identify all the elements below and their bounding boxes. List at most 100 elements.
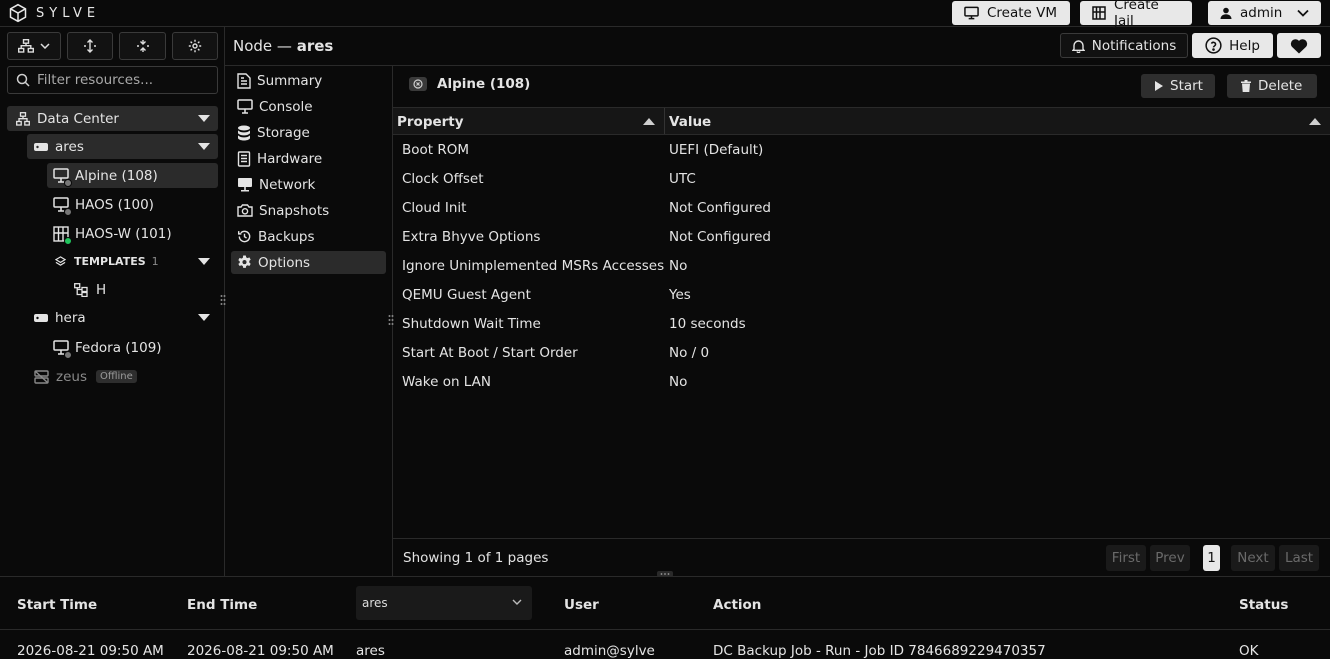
cube-icon xyxy=(8,3,28,23)
table-row[interactable]: Start At Boot / Start Order No / 0 xyxy=(393,339,1330,368)
status-badge: Offline xyxy=(95,370,137,383)
layers-icon xyxy=(55,256,66,267)
sort-asc-icon[interactable] xyxy=(1309,118,1321,125)
tree-item-jail[interactable]: HAOS-W (101) xyxy=(47,221,218,246)
play-icon xyxy=(1155,81,1163,91)
first-page-button[interactable]: First xyxy=(1106,545,1146,571)
tree-item-node-ares[interactable]: ares xyxy=(27,134,218,159)
app-name: SYLVE xyxy=(36,5,101,21)
column-user[interactable]: User xyxy=(564,597,599,613)
create-jail-button[interactable]: Create Jail xyxy=(1080,0,1192,29)
monitor-icon xyxy=(53,167,72,187)
collapse-icon xyxy=(136,39,150,53)
column-value[interactable]: Value xyxy=(669,114,711,130)
hierarchy-icon xyxy=(18,39,34,53)
gear-icon xyxy=(237,255,252,270)
database-icon xyxy=(237,125,251,141)
prev-page-button[interactable]: Prev xyxy=(1150,545,1190,571)
collapse-all-button[interactable] xyxy=(119,32,166,60)
sort-asc-icon[interactable] xyxy=(643,118,655,125)
chevron-down-icon[interactable] xyxy=(198,143,210,150)
server-off-icon xyxy=(34,369,49,384)
chevron-down-icon[interactable] xyxy=(198,258,210,265)
task-log: Start Time End Time ares User Action Sta… xyxy=(0,576,1330,659)
heart-icon xyxy=(1290,38,1308,54)
chevron-down-icon[interactable] xyxy=(198,314,210,321)
resource-sidebar: Data Center ares Alpine (108) HAOS (100)… xyxy=(0,27,226,576)
nav-backups[interactable]: Backups xyxy=(231,225,386,248)
table-row[interactable]: Wake on LAN No xyxy=(393,368,1330,397)
network-icon xyxy=(16,111,30,126)
filter-resources-input[interactable] xyxy=(37,72,207,88)
tree-item-vm[interactable]: HAOS (100) xyxy=(47,192,218,217)
table-row[interactable]: Ignore Unimplemented MSRs Accesses No xyxy=(393,252,1330,281)
table-row[interactable]: Extra Bhyve Options Not Configured xyxy=(393,223,1330,252)
help-button[interactable]: Help xyxy=(1192,33,1273,58)
column-start-time[interactable]: Start Time xyxy=(17,597,97,613)
monitor-icon xyxy=(53,339,72,359)
column-end-time[interactable]: End Time xyxy=(187,597,257,613)
camera-icon xyxy=(237,203,253,218)
column-status[interactable]: Status xyxy=(1239,597,1288,613)
expand-all-button[interactable] xyxy=(67,32,113,60)
chevron-down-icon xyxy=(512,599,522,605)
start-button[interactable]: Start xyxy=(1141,74,1215,98)
tree-item-datacenter[interactable]: Data Center xyxy=(7,106,218,131)
network-monitor-icon xyxy=(237,177,253,192)
table-row[interactable]: Shutdown Wait Time 10 seconds xyxy=(393,310,1330,339)
delete-button[interactable]: Delete xyxy=(1227,74,1317,98)
table-row[interactable]: Clock Offset UTC xyxy=(393,165,1330,194)
settings-button[interactable] xyxy=(172,32,218,60)
gear-icon xyxy=(188,39,202,53)
tree-item-templates[interactable]: TEMPLATES 1 xyxy=(47,249,218,274)
table-row[interactable]: Boot ROM UEFI (Default) xyxy=(393,136,1330,165)
table-row[interactable]: QEMU Guest Agent Yes xyxy=(393,281,1330,310)
jail-icon xyxy=(1092,6,1106,20)
column-property[interactable]: Property xyxy=(397,114,464,130)
notifications-button[interactable]: Notifications xyxy=(1060,33,1188,58)
tree-item-node-hera[interactable]: hera xyxy=(27,305,218,330)
last-page-button[interactable]: Last xyxy=(1279,545,1319,571)
nav-storage[interactable]: Storage xyxy=(231,121,386,144)
tab-vm[interactable]: Alpine (108) xyxy=(409,76,530,92)
column-divider xyxy=(664,108,665,134)
nav-hardware[interactable]: Hardware xyxy=(231,147,386,170)
node-header: Node — ares Notifications Help xyxy=(225,27,1330,66)
tree-item-vm[interactable]: Alpine (108) xyxy=(47,163,218,188)
expand-icon xyxy=(83,39,97,53)
app-logo[interactable]: SYLVE xyxy=(8,3,100,23)
filter-resources[interactable] xyxy=(7,66,218,94)
chevron-down-icon[interactable] xyxy=(198,115,210,122)
nav-summary[interactable]: Summary xyxy=(231,69,386,92)
user-icon xyxy=(1220,7,1232,19)
tree-item-node-zeus[interactable]: zeus Offline xyxy=(27,364,218,389)
bell-icon xyxy=(1071,39,1085,53)
nav-network[interactable]: Network xyxy=(231,173,386,196)
top-bar: SYLVE Create VM Create Jail admin xyxy=(0,0,1330,29)
nav-console[interactable]: Console xyxy=(231,95,386,118)
table-row[interactable]: Cloud Init Not Configured xyxy=(393,194,1330,223)
chevron-down-icon xyxy=(1297,9,1309,17)
template-icon xyxy=(74,282,88,297)
history-icon xyxy=(237,229,252,244)
jail-icon xyxy=(53,225,72,245)
divider xyxy=(0,629,1330,630)
create-vm-button[interactable]: Create VM xyxy=(952,1,1070,25)
nav-options[interactable]: Options xyxy=(231,251,386,274)
node-filter-select[interactable]: ares xyxy=(356,586,532,620)
column-action[interactable]: Action xyxy=(713,597,761,613)
donate-button[interactable] xyxy=(1277,33,1321,58)
current-page-button[interactable]: 1 xyxy=(1203,545,1220,571)
tree-item-vm[interactable]: Fedora (109) xyxy=(47,335,218,360)
node-name: ares xyxy=(296,37,334,55)
tree-item-template[interactable]: H xyxy=(74,277,218,302)
table-footer: Showing 1 of 1 pages First Prev 1 Next L… xyxy=(393,538,1330,576)
user-menu-button[interactable]: admin xyxy=(1208,1,1321,25)
nav-snapshots[interactable]: Snapshots xyxy=(231,199,386,222)
monitor-icon xyxy=(964,6,979,20)
hardware-icon xyxy=(237,150,251,167)
help-icon xyxy=(1205,37,1222,54)
tree-view-button[interactable] xyxy=(7,32,61,60)
next-page-button[interactable]: Next xyxy=(1231,545,1275,571)
close-icon[interactable] xyxy=(409,77,427,91)
